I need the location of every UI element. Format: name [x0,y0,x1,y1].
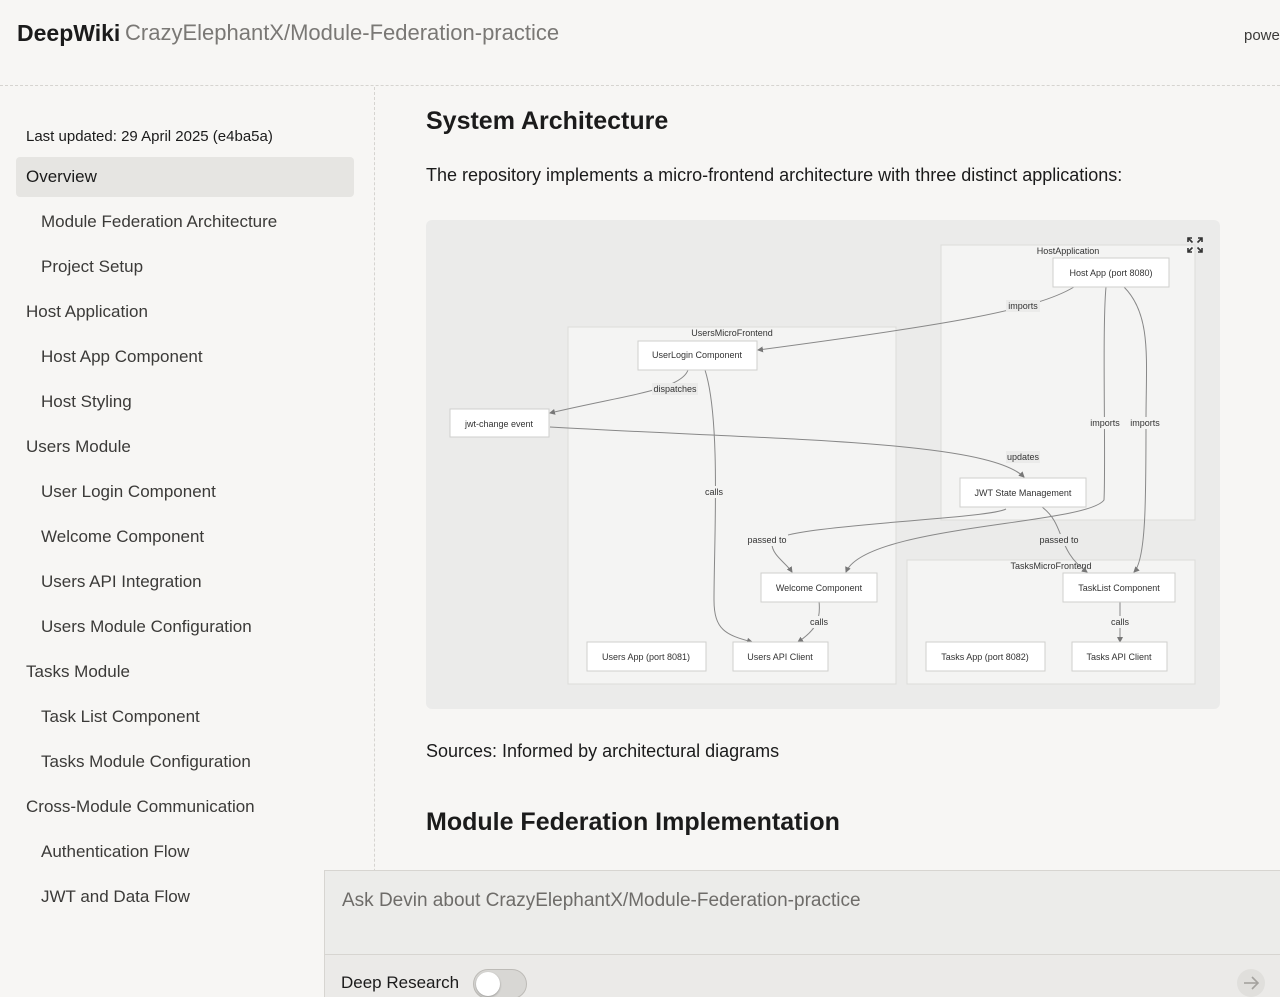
edge-label-calls-users: calls [705,487,724,497]
edge-label-imports-tasklist: imports [1130,418,1160,428]
node-jwt-state-label: JWT State Management [975,488,1072,498]
sidebar-item-host-app-component[interactable]: Host App Component [16,337,354,382]
node-tasks-api-label: Tasks API Client [1086,652,1152,662]
edge-label-imports-welcome: imports [1090,418,1120,428]
group-label-users: UsersMicroFrontend [691,328,773,338]
sidebar-item-welcome-component[interactable]: Welcome Component [16,517,354,562]
sidebar: Last updated: 29 April 2025 (e4ba5a) Ove… [0,87,375,997]
repo-title: CrazyElephantX/Module-Federation-practic… [125,20,560,45]
node-jwt-event-label: jwt-change event [464,419,534,429]
sidebar-item-user-login-component[interactable]: User Login Component [16,472,354,517]
diagram-canvas: HostApplication UsersMicroFrontend Tasks… [449,244,1196,685]
sidebar-item-task-list-component[interactable]: Task List Component [16,697,354,742]
deep-research-toggle[interactable] [473,969,527,997]
node-users-app-label: Users App (port 8081) [602,652,690,662]
sidebar-item-host-styling[interactable]: Host Styling [16,382,354,427]
toggle-knob [476,972,500,996]
node-host-app-label: Host App (port 8080) [1069,268,1152,278]
sidebar-item-users-api-integration[interactable]: Users API Integration [16,562,354,607]
powered-by-text: powe [1244,27,1280,44]
expand-icon[interactable] [1186,236,1204,254]
intro-paragraph: The repository implements a micro-fronte… [426,165,1123,185]
sidebar-item-users-module-configuration[interactable]: Users Module Configuration [16,607,354,652]
sidebar-item-cross-module-communication[interactable]: Cross-Module Communication [16,787,354,832]
node-tasks-app-label: Tasks App (port 8082) [941,652,1029,662]
brand-logo[interactable]: DeepWiki [17,20,120,47]
ask-input-placeholder: Ask Devin about CrazyElephantX/Module-Fe… [342,890,861,911]
node-tasklist-label: TaskList Component [1078,583,1160,593]
sidebar-item-jwt-and-data-flow[interactable]: JWT and Data Flow [16,877,354,922]
group-users-microfrontend [567,326,897,685]
edge-label-passed-welcome: passed to [747,535,786,545]
sidebar-item-overview[interactable]: Overview [16,157,354,197]
node-userlogin-label: UserLogin Component [652,350,743,360]
sidebar-nav: Overview Module Federation Architecture … [16,157,354,922]
sidebar-item-tasks-module[interactable]: Tasks Module [16,652,354,697]
edge-label-updates: updates [1007,452,1040,462]
edge-label-calls-welcome: calls [810,617,829,627]
edge-label-dispatches: dispatches [653,384,697,394]
sidebar-item-authentication-flow[interactable]: Authentication Flow [16,832,354,877]
ask-input[interactable]: Ask Devin about CrazyElephantX/Module-Fe… [325,871,1280,955]
last-updated: Last updated: 29 April 2025 (e4ba5a) [26,128,273,145]
sidebar-item-module-federation-architecture[interactable]: Module Federation Architecture [16,202,354,247]
top-bar: DeepWiki CrazyElephantX/Module-Federatio… [0,0,1280,86]
sources-text: Sources: Informed by architectural diagr… [426,741,780,761]
node-welcome-label: Welcome Component [776,583,863,593]
edge-label-passed-tasklist: passed to [1039,535,1078,545]
section-title-module-federation: Module Federation Implementation [426,808,840,836]
section-title-system-architecture: System Architecture [426,107,669,135]
node-users-api-label: Users API Client [747,652,813,662]
sidebar-item-host-application[interactable]: Host Application [16,292,354,337]
send-button[interactable] [1237,969,1265,997]
sidebar-item-users-module[interactable]: Users Module [16,427,354,472]
group-label-host: HostApplication [1037,246,1100,256]
ask-devin-panel: Ask Devin about CrazyElephantX/Module-Fe… [324,870,1280,997]
edge-label-calls-tasks: calls [1111,617,1130,627]
arrow-right-icon [1244,976,1260,990]
architecture-diagram: HostApplication UsersMicroFrontend Tasks… [426,220,1220,709]
deep-research-label: Deep Research [341,973,460,992]
edge-label-imports-login: imports [1008,301,1038,311]
sidebar-item-project-setup[interactable]: Project Setup [16,247,354,292]
sidebar-item-tasks-module-configuration[interactable]: Tasks Module Configuration [16,742,354,787]
